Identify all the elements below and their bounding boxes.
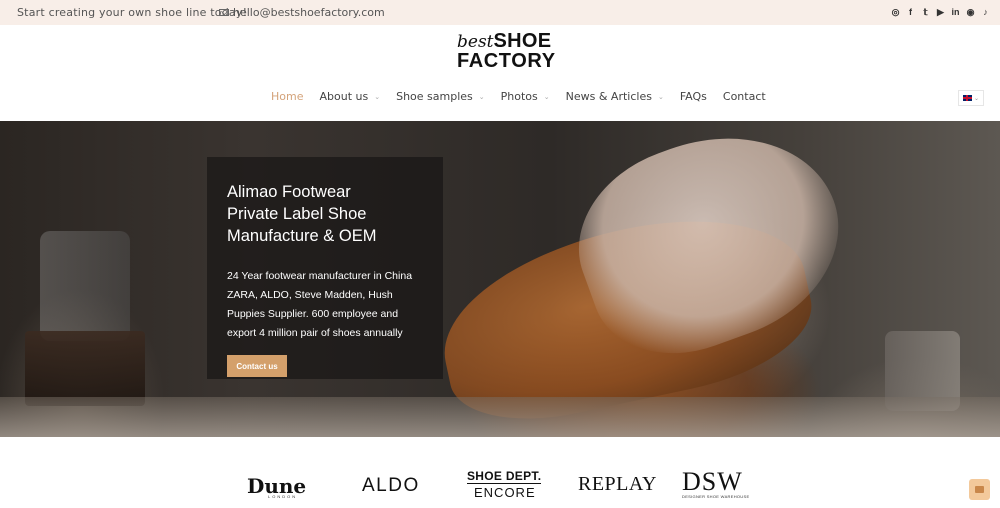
contact-us-button[interactable]: Contact us [227, 355, 287, 377]
nav-photos[interactable]: Photos ⌄ [501, 90, 550, 103]
linkedin-icon[interactable]: in [951, 7, 960, 18]
brand-logo-dsw: DSW [682, 467, 743, 496]
nav-news-articles-label: News & Articles [565, 90, 652, 103]
nav-contact[interactable]: Contact [723, 90, 766, 103]
uk-flag-icon [962, 95, 972, 101]
hero-title: Alimao Footwear Private Label Shoe Manuf… [227, 181, 437, 247]
chevron-down-icon: ⌄ [657, 92, 664, 101]
site-logo[interactable]: best SHOE FACTORY [457, 30, 556, 72]
whatsapp-icon[interactable]: ◎ [891, 7, 900, 18]
twitter-icon[interactable]: 𝕥 [921, 7, 930, 18]
nav-photos-label: Photos [500, 90, 538, 103]
email-text: hello@bestshoefactory.com [233, 6, 385, 19]
nav-about-us[interactable]: About us ⌄ [319, 90, 380, 103]
instagram-icon[interactable]: ◉ [966, 7, 975, 18]
hero-title-line: Alimao Footwear [227, 183, 351, 201]
top-bar: Start creating your own shoe line today!… [0, 0, 1000, 25]
brand-logo-replay: REPLAY [578, 473, 657, 495]
nav-about-us-label: About us [319, 90, 369, 103]
nav-contact-label: Contact [722, 90, 766, 103]
nav-news-articles[interactable]: News & Articles ⌄ [566, 90, 664, 103]
nav-faqs-label: FAQs [679, 90, 707, 103]
email-link[interactable]: hello@bestshoefactory.com [219, 6, 385, 19]
hero-bg-table [0, 397, 1000, 437]
brand-logo-dune-sub: LONDON [268, 494, 298, 499]
hero-title-line: Manufacture & OEM [227, 227, 377, 245]
brand-logo-dsw-sub: DESIGNER SHOE WAREHOUSE [682, 494, 750, 499]
tiktok-icon[interactable]: ♪ [981, 7, 990, 18]
chevron-down-icon: ⌄ [374, 92, 381, 101]
language-selector[interactable]: ⌄ [958, 90, 984, 106]
facebook-icon[interactable]: f [906, 7, 915, 18]
chevron-down-icon: ⌄ [973, 95, 980, 102]
brand-logo-encore: ENCORE [474, 485, 536, 500]
hero-text-panel: Alimao Footwear Private Label Shoe Manuf… [207, 157, 443, 379]
chat-widget-button[interactable] [969, 479, 990, 500]
envelope-icon [219, 9, 229, 16]
chevron-down-icon: ⌄ [478, 92, 485, 101]
nav-shoe-samples[interactable]: Shoe samples ⌄ [396, 90, 485, 103]
hero-bg-jar [25, 331, 145, 406]
hero-title-line: Private Label Shoe [227, 205, 367, 223]
nav-home-label: Home [271, 90, 304, 103]
nav-shoe-samples-label: Shoe samples [396, 90, 473, 103]
top-tagline: Start creating your own shoe line today! [17, 6, 248, 19]
logo-factory: FACTORY [457, 50, 556, 72]
brand-logos: Dune LONDON ALDO SHOE DEPT. ENCORE REPLA… [0, 467, 1000, 508]
brand-logo-shoe-dept: SHOE DEPT. [467, 469, 542, 484]
social-links: ◎ f 𝕥 ▶ in ◉ ♪ [891, 7, 990, 18]
nav-home[interactable]: Home [271, 90, 303, 103]
hero-bg-jar-lid [40, 231, 130, 341]
main-nav: Home About us ⌄ Shoe samples ⌄ Photos ⌄ … [271, 90, 782, 103]
hero-banner: Alimao Footwear Private Label Shoe Manuf… [0, 121, 1000, 437]
brand-logo-aldo: ALDO [362, 475, 420, 496]
youtube-icon[interactable]: ▶ [936, 7, 945, 18]
chat-icon [975, 486, 984, 493]
chevron-down-icon: ⌄ [543, 92, 550, 101]
hero-description: 24 Year footwear manufacturer in China Z… [227, 270, 413, 339]
nav-faqs[interactable]: FAQs [680, 90, 707, 103]
logo-best: best [457, 32, 494, 52]
